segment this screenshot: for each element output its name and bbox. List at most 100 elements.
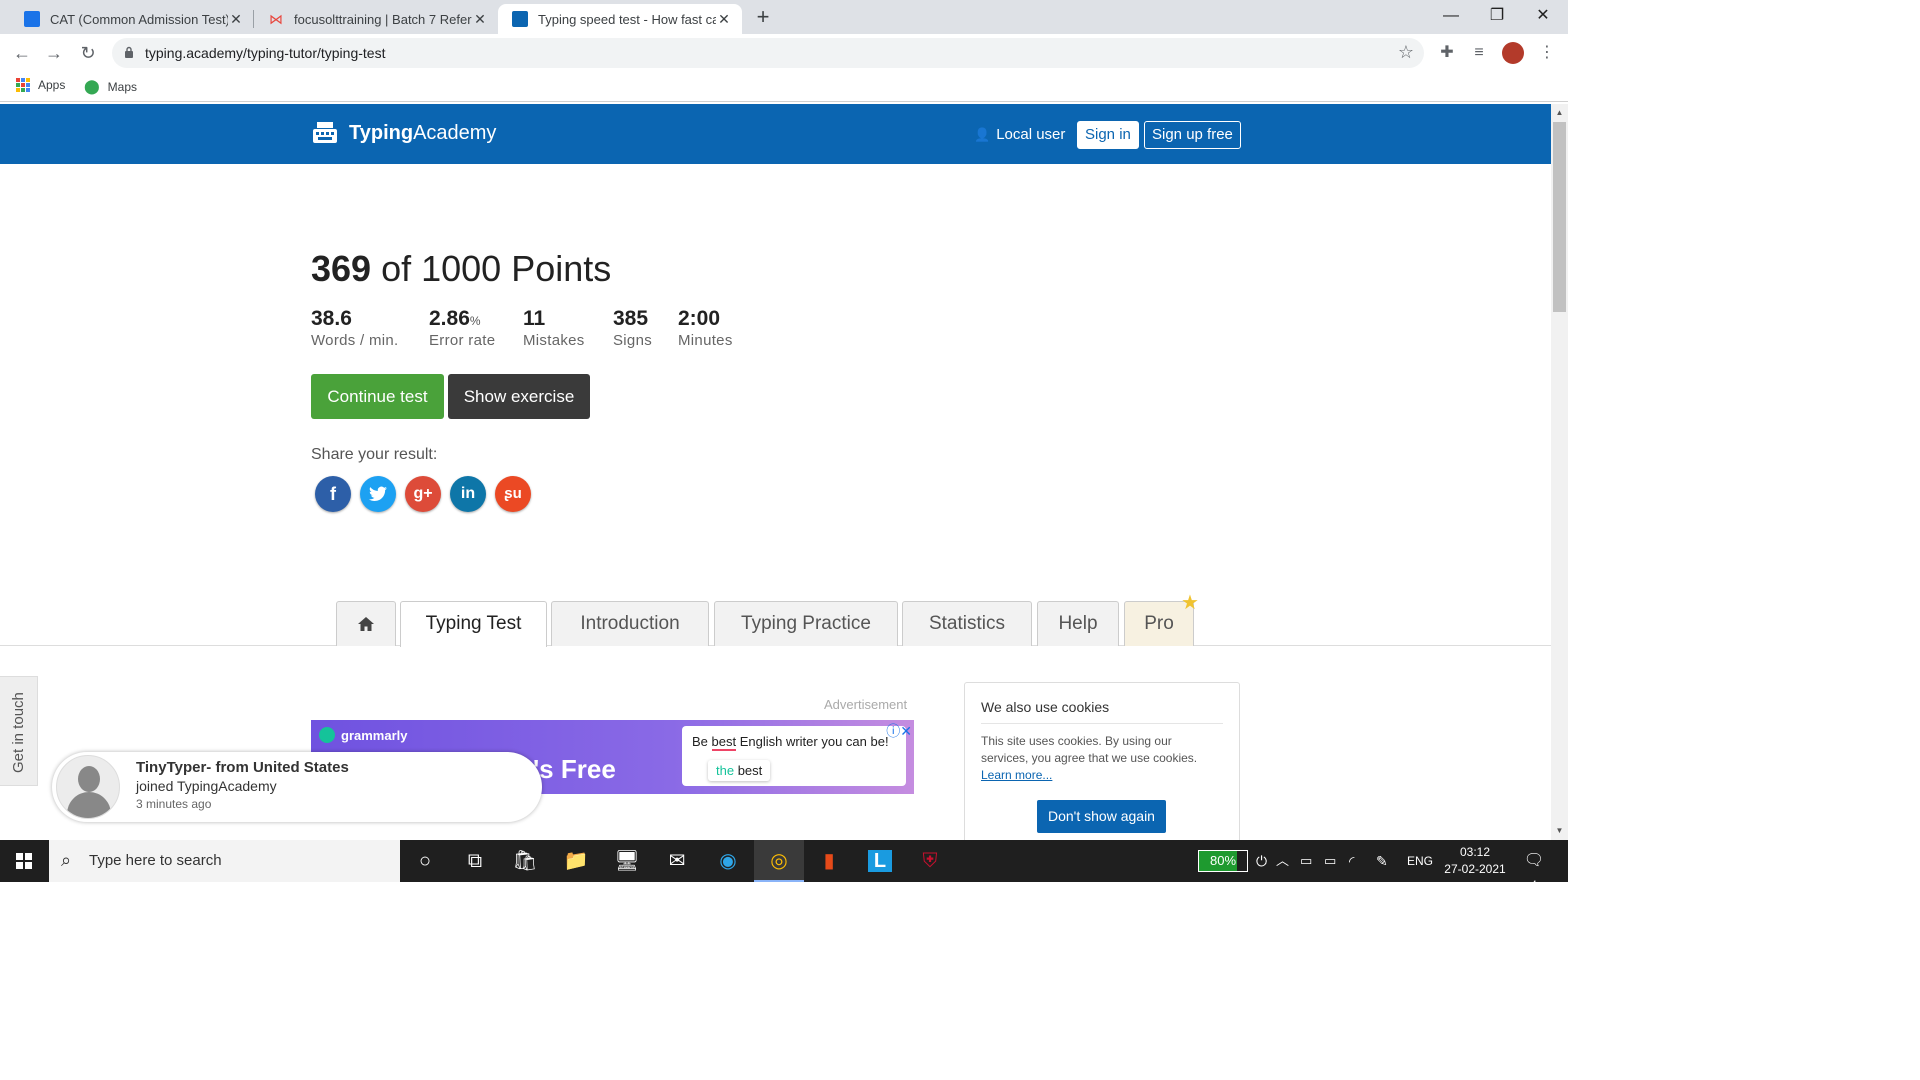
notification-time: 3 minutes ago bbox=[136, 797, 212, 811]
cookie-body: This site uses cookies. By using our ser… bbox=[981, 734, 1198, 765]
desktop-app-icon[interactable]: 🖥 bbox=[602, 840, 652, 882]
reload-icon[interactable]: ↻ bbox=[76, 41, 100, 65]
facebook-icon[interactable]: f bbox=[315, 476, 351, 512]
restore-button[interactable]: ❐ bbox=[1474, 0, 1520, 34]
star-icon: ★ bbox=[1181, 592, 1199, 614]
tab-typing-test[interactable]: Typing Test bbox=[400, 601, 547, 647]
stat-label: Words / min. bbox=[311, 332, 399, 349]
stat-value: 385 bbox=[613, 307, 649, 330]
notification-name: TinyTyper- from United States bbox=[136, 759, 349, 776]
get-in-touch-label: Get in touch bbox=[10, 692, 27, 773]
scroll-down-icon[interactable]: ▼ bbox=[1551, 824, 1568, 838]
stat-label: Mistakes bbox=[523, 332, 585, 349]
pen-icon[interactable]: ✎ bbox=[1376, 840, 1388, 882]
brand-rest: Academy bbox=[413, 121, 497, 144]
show-exercise-button[interactable]: Show exercise bbox=[448, 374, 590, 419]
bookmark-maps[interactable]: ⬤ Maps bbox=[84, 78, 137, 95]
ad-suggest-word: best bbox=[734, 763, 763, 778]
get-in-touch-tab[interactable]: Get in touch bbox=[0, 676, 38, 786]
menu-kebab-icon[interactable]: ⋮ bbox=[1536, 42, 1558, 64]
score-heading: 369 of 1000 Points bbox=[311, 248, 611, 290]
tab-help[interactable]: Help bbox=[1037, 601, 1119, 646]
bookmark-label: Apps bbox=[38, 78, 66, 92]
google-plus-icon[interactable]: g+ bbox=[405, 476, 441, 512]
tab-typing-practice[interactable]: Typing Practice bbox=[714, 601, 898, 646]
meet-now-icon[interactable]: ▭ bbox=[1300, 840, 1312, 882]
browser-tab-typing-test[interactable]: Typing speed test - How fast can ✕ bbox=[498, 4, 742, 34]
local-user-link[interactable]: 👤 Local user bbox=[974, 126, 1065, 143]
close-icon[interactable]: ✕ bbox=[228, 11, 244, 28]
ad-text-post: English writer you can be! bbox=[736, 734, 889, 749]
extensions-icon[interactable]: ✚ bbox=[1436, 42, 1458, 64]
taskbar-search[interactable]: ⌕ Type here to search bbox=[49, 840, 400, 882]
notification-center-icon[interactable]: 🗨4 bbox=[1522, 850, 1546, 889]
minimize-button[interactable]: — bbox=[1428, 0, 1474, 34]
ad-text-highlight: best bbox=[711, 734, 737, 751]
edge-icon[interactable]: ◉ bbox=[703, 840, 753, 882]
file-explorer-icon[interactable]: 📁 bbox=[551, 840, 601, 882]
stat-words-per-minute: 38.6 Words / min. bbox=[311, 307, 399, 349]
typing-academy-icon bbox=[24, 11, 40, 27]
browser-tab-focusolt[interactable]: ⋈ focusolttraining | Batch 7 Referen ✕ bbox=[254, 4, 498, 34]
start-button[interactable] bbox=[0, 840, 48, 882]
chrome-icon[interactable]: ◎ bbox=[754, 840, 804, 882]
linkedin-icon[interactable]: in bbox=[450, 476, 486, 512]
continue-test-button[interactable]: Continue test bbox=[311, 374, 444, 419]
ad-close-icon[interactable]: ⓘ✕ bbox=[886, 721, 912, 741]
avatar bbox=[56, 755, 120, 819]
site-logo[interactable]: Typing Academy bbox=[312, 121, 496, 145]
profile-avatar[interactable] bbox=[1502, 42, 1524, 64]
ad-suggest-pre: the bbox=[716, 763, 735, 778]
forward-arrow-icon[interactable]: → bbox=[42, 41, 66, 65]
wifi-icon[interactable]: ◜ bbox=[1349, 840, 1354, 882]
dont-show-again-button[interactable]: Don't show again bbox=[1037, 800, 1166, 833]
battery-indicator[interactable]: 80% bbox=[1198, 850, 1248, 872]
mcafee-icon[interactable]: ⛨ bbox=[905, 840, 955, 882]
twitter-icon[interactable] bbox=[360, 476, 396, 512]
battery-tray-icon[interactable]: ▭ bbox=[1324, 840, 1336, 882]
language-indicator[interactable]: ENG bbox=[1407, 840, 1433, 882]
sign-up-button[interactable]: Sign up free bbox=[1144, 121, 1241, 149]
tab-title: CAT (Common Admission Test) P bbox=[50, 11, 228, 27]
task-view-icon[interactable]: ⧉ bbox=[450, 840, 500, 882]
brand-bold: Typing bbox=[349, 121, 414, 144]
address-bar[interactable]: typing.academy/typing-tutor/typing-test … bbox=[112, 38, 1424, 68]
notification-count: 4 bbox=[1531, 879, 1537, 890]
ad-text-pre: Be bbox=[692, 734, 712, 749]
tab-home[interactable] bbox=[336, 601, 396, 646]
cookie-heading: We also use cookies bbox=[981, 699, 1110, 715]
close-icon[interactable]: ✕ bbox=[716, 11, 732, 28]
bookmark-star-icon[interactable]: ☆ bbox=[1398, 42, 1414, 63]
close-icon[interactable]: ✕ bbox=[472, 11, 488, 28]
url-text: typing.academy/typing-tutor/typing-test bbox=[145, 45, 386, 61]
office-icon[interactable]: ▮ bbox=[804, 840, 854, 882]
tab-introduction[interactable]: Introduction bbox=[551, 601, 709, 646]
browser-tab-cat[interactable]: CAT (Common Admission Test) P ✕ bbox=[10, 4, 254, 34]
bookmark-apps[interactable]: Apps bbox=[16, 78, 65, 92]
l-app-icon[interactable]: L bbox=[855, 840, 905, 882]
stat-label: Error rate bbox=[429, 332, 496, 349]
media-control-icon[interactable]: ≡ bbox=[1468, 42, 1490, 64]
cortana-icon[interactable]: ○ bbox=[400, 840, 450, 882]
new-tab-button[interactable]: + bbox=[750, 5, 776, 31]
close-window-button[interactable]: ✕ bbox=[1520, 0, 1566, 34]
learn-more-link[interactable]: Learn more... bbox=[981, 768, 1052, 782]
stumbleupon-icon[interactable]: ʂu bbox=[495, 476, 531, 512]
sign-in-button[interactable]: Sign in bbox=[1077, 121, 1139, 149]
ad-card: Be best English writer you can be! the b… bbox=[682, 726, 906, 786]
home-icon bbox=[358, 617, 374, 631]
scroll-up-icon[interactable]: ▲ bbox=[1551, 106, 1568, 120]
cookie-divider bbox=[981, 723, 1223, 724]
system-clock[interactable]: 03:12 27-02-2021 bbox=[1440, 844, 1510, 878]
bookmarks-bar: Apps ⬤ Maps bbox=[0, 72, 1568, 102]
page-scrollbar[interactable]: ▲ ▼ bbox=[1551, 104, 1568, 840]
stat-signs: 385 Signs bbox=[613, 307, 652, 349]
tab-statistics[interactable]: Statistics bbox=[902, 601, 1032, 646]
store-icon[interactable]: 🛍 bbox=[500, 840, 550, 882]
grammarly-logo-icon bbox=[319, 727, 335, 743]
typing-academy-icon bbox=[512, 11, 528, 27]
chevron-up-icon[interactable]: ︿ bbox=[1276, 840, 1289, 882]
back-arrow-icon[interactable]: ← bbox=[10, 41, 34, 65]
mail-icon[interactable]: ✉ bbox=[652, 840, 702, 882]
scrollbar-thumb[interactable] bbox=[1553, 122, 1566, 312]
